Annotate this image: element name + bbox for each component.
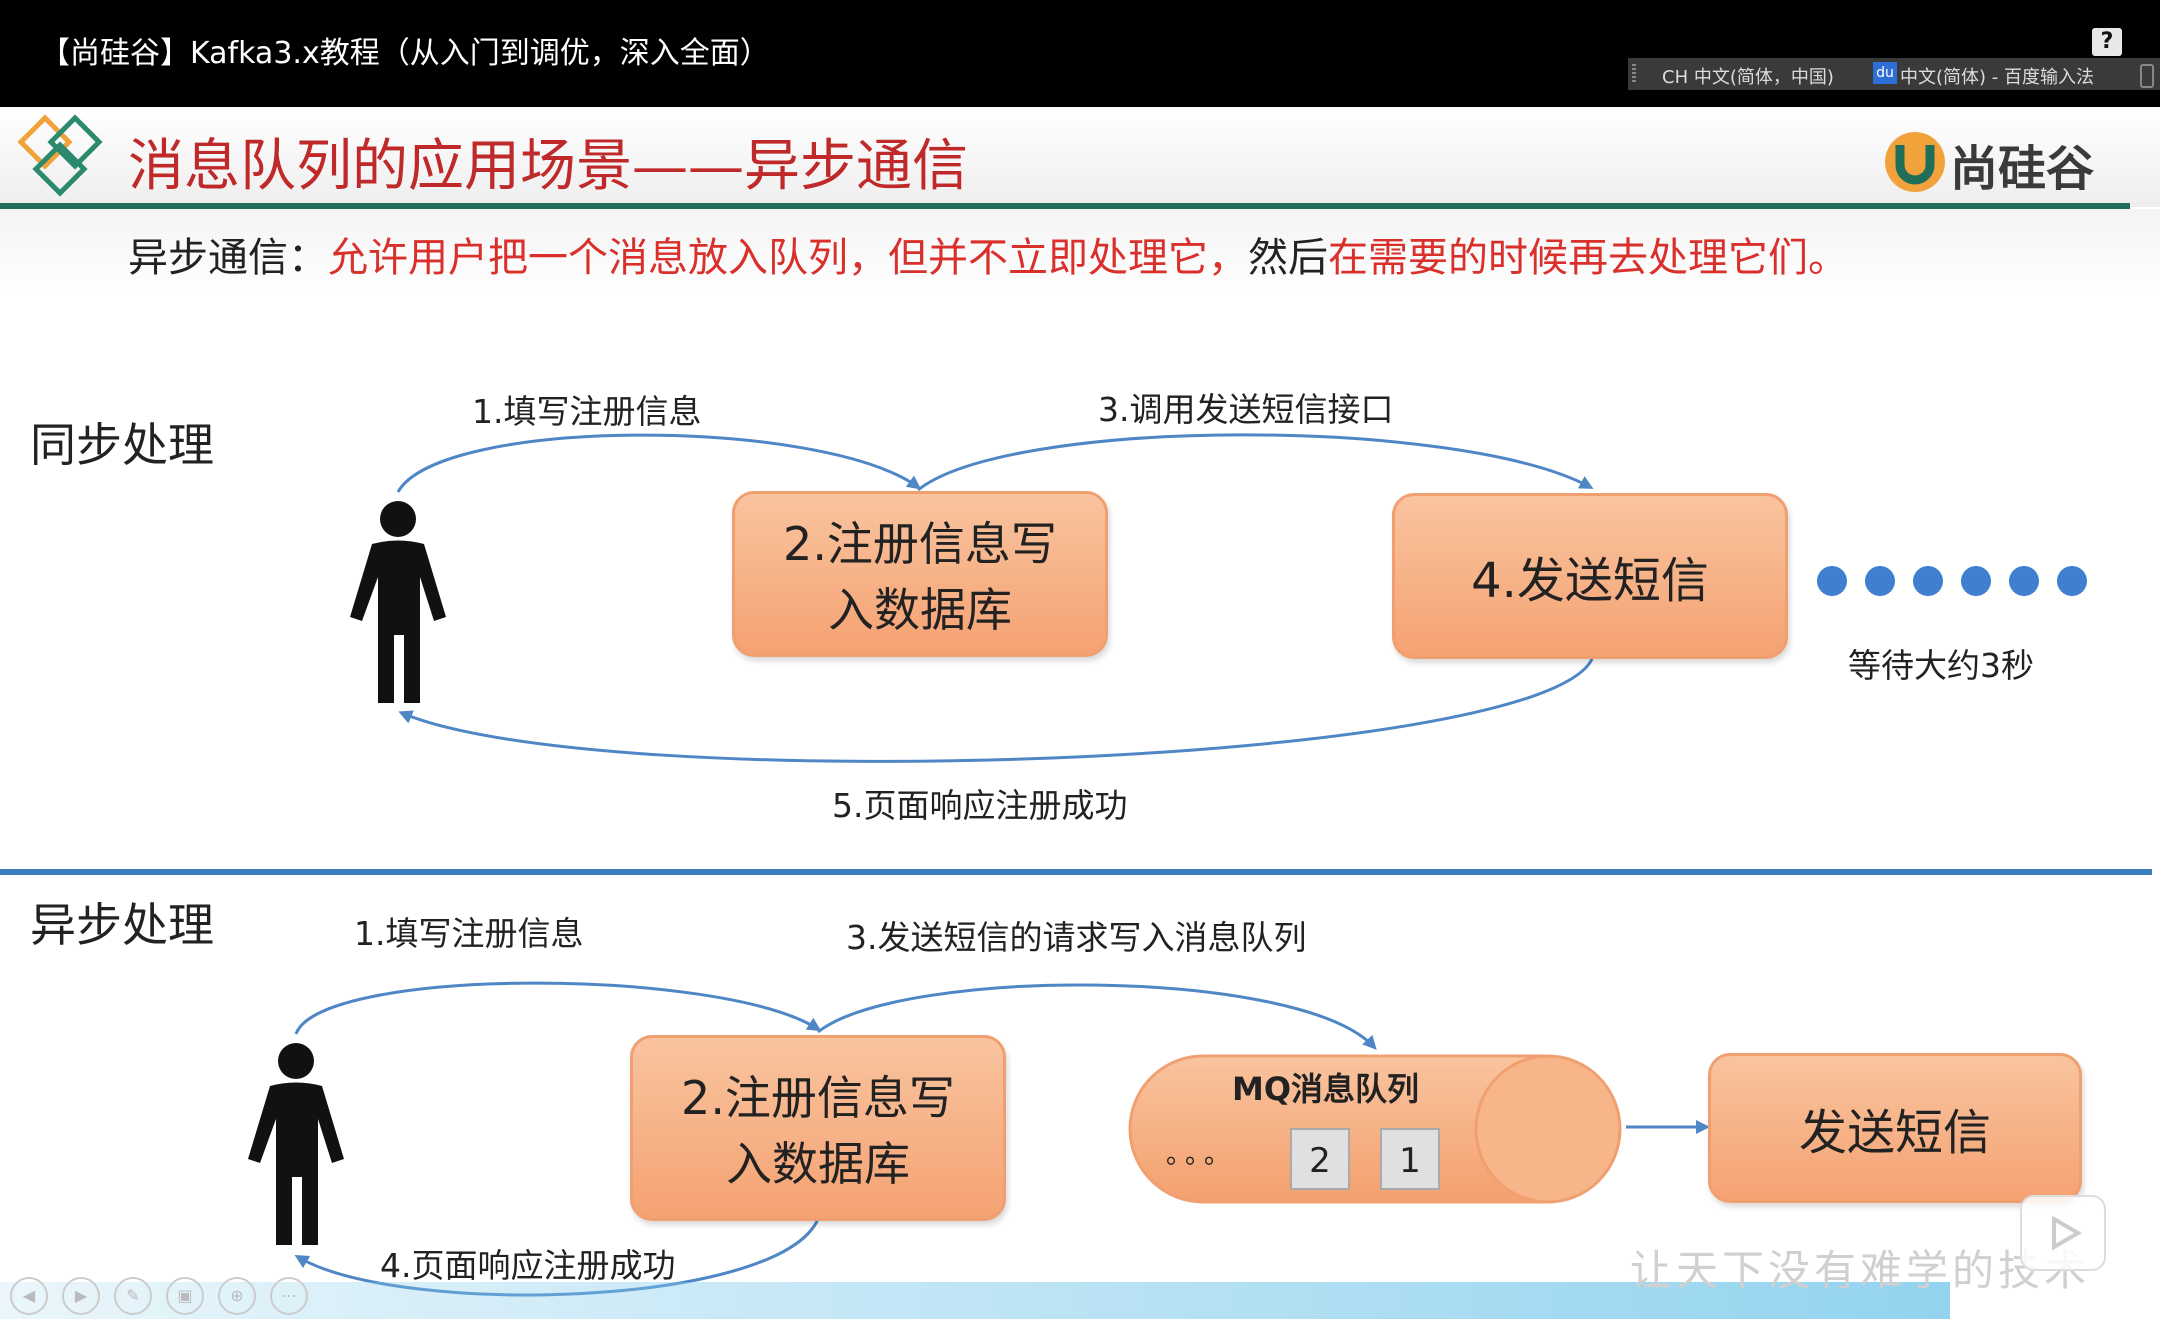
sync-sms-box: 4.发送短信 <box>1392 493 1788 659</box>
wait-dot-2 <box>1865 566 1895 596</box>
mq-label: MQ消息队列 <box>1232 1070 1420 1108</box>
wait-dot-4 <box>1961 566 1991 596</box>
wait-dot-3 <box>1913 566 1943 596</box>
sync-arrow-3 <box>917 433 1594 492</box>
video-title: 【尚硅谷】Kafka3.x教程（从入门到调优，深入全面） <box>40 36 770 71</box>
wait-dot-5 <box>2009 566 2039 596</box>
wait-label: 等待大约3秒 <box>1848 646 2034 685</box>
help-button[interactable]: ? <box>2092 28 2122 56</box>
sync-step3-label: 3.调用发送短信接口 <box>1098 390 1394 429</box>
wait-dot-1 <box>1817 566 1847 596</box>
async-person-icon <box>248 1043 344 1245</box>
slide: 消息队列的应用场景——异步通信 尚硅谷 异步通信：允许用户把一个消息放入队列，但… <box>0 107 2160 1319</box>
async-sms-box: 发送短信 <box>1708 1053 2082 1203</box>
ime-language-item[interactable]: CH 中文(简体，中国) <box>1662 63 1834 89</box>
async-arrow-1 <box>294 981 822 1035</box>
next-slide-icon[interactable]: ▶ <box>62 1277 100 1315</box>
slides-icon[interactable]: ▣ <box>166 1277 204 1315</box>
async-sms-label: 发送短信 <box>1798 1105 1991 1161</box>
async-step4-label: 4.页面响应注册成功 <box>380 1246 676 1285</box>
wait-dot-6 <box>2057 566 2087 596</box>
grip-icon[interactable] <box>1632 64 1636 84</box>
bilibili-play-icon[interactable] <box>2020 1195 2106 1271</box>
sync-arrow-5 <box>398 658 1594 763</box>
sync-sms-label: 4.发送短信 <box>1471 553 1709 609</box>
sync-section-label: 同步处理 <box>30 418 214 472</box>
more-icon[interactable]: ⋯ <box>270 1277 308 1315</box>
zoom-icon[interactable]: ⊕ <box>218 1277 256 1315</box>
ime-toolbar[interactable]: CH 中文(简体，中国) du 中文(简体) - 百度输入法 <box>1628 58 2160 90</box>
async-section-label: 异步处理 <box>30 898 214 952</box>
async-db-line2: 入数据库 <box>725 1137 910 1191</box>
section-divider <box>0 869 2152 875</box>
player-top-bar: 【尚硅谷】Kafka3.x教程（从入门到调优，深入全面） ? CH 中文(简体，… <box>0 0 2160 107</box>
sync-person-icon <box>350 501 446 703</box>
async-db-line1: 2.注册信息写 <box>681 1071 955 1125</box>
async-step1-label: 1.填写注册信息 <box>354 914 584 953</box>
ime-expand-icon[interactable] <box>2140 64 2154 88</box>
queue-message-1: 1 <box>1380 1128 1440 1190</box>
pen-icon[interactable]: ✎ <box>114 1277 152 1315</box>
sync-db-box: 2.注册信息写 入数据库 <box>732 491 1108 657</box>
queue-message-2: 2 <box>1290 1128 1350 1190</box>
sync-db-line1: 2.注册信息写 <box>783 517 1057 571</box>
sync-arrow-1 <box>396 433 922 493</box>
ime-baidu-item[interactable]: 中文(简体) - 百度输入法 <box>1900 63 2094 89</box>
sync-db-line2: 入数据库 <box>827 583 1012 637</box>
mq-ellipsis: 。。。 <box>1166 1140 1237 1170</box>
sync-step5-label: 5.页面响应注册成功 <box>832 786 1128 825</box>
async-step3-label: 3.发送短信的请求写入消息队列 <box>846 918 1307 957</box>
async-db-box: 2.注册信息写 入数据库 <box>630 1035 1006 1221</box>
message-queue: MQ消息队列 。。。 2 1 <box>1128 1054 1624 1204</box>
prev-slide-icon[interactable]: ◀ <box>10 1277 48 1315</box>
baidu-ime-icon[interactable]: du <box>1873 62 1897 84</box>
sync-step1-label: 1.填写注册信息 <box>472 392 702 431</box>
